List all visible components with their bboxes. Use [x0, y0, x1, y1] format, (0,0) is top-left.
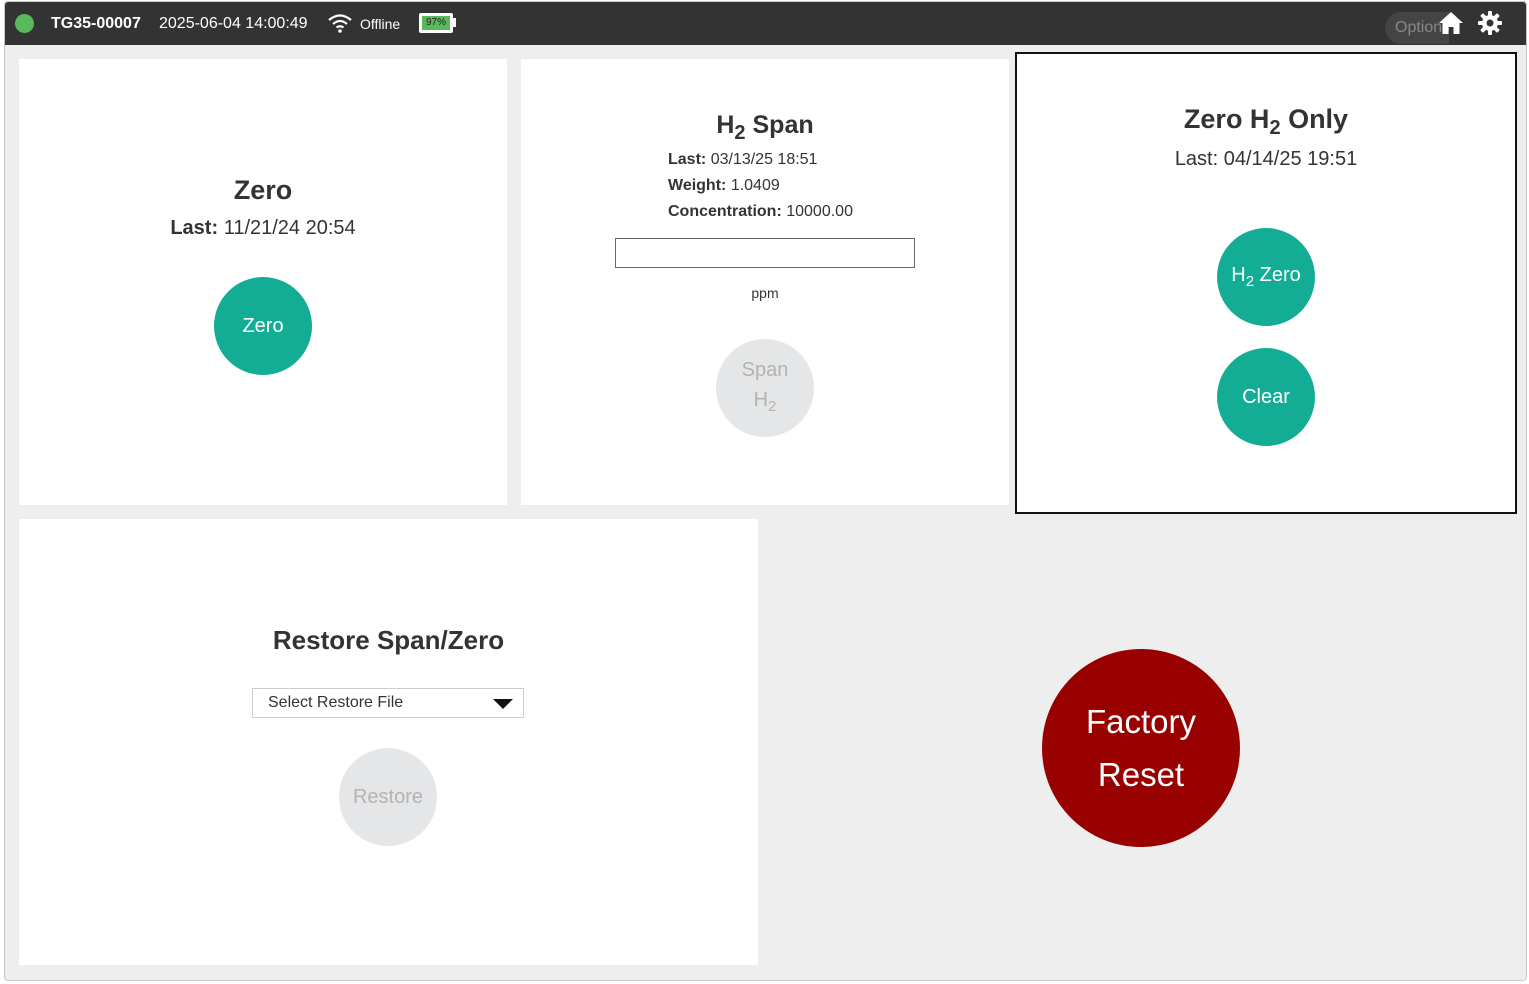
h2-zero-button[interactable]: H2 Zero [1217, 228, 1315, 326]
factory-reset-line1: Factory [1085, 703, 1197, 740]
restore-button[interactable]: Restore [339, 748, 437, 846]
zero-h2-only-title: Zero H2 Only [1017, 104, 1515, 138]
h2-span-title: H2 Span [521, 111, 1009, 143]
zero-last-label: Last: [170, 217, 219, 239]
battery-tip [453, 18, 456, 27]
span-last-value: 03/13/25 18:51 [710, 151, 818, 168]
h2-span-card: H2 Span Last: 03/13/25 18:51 Weight: 1.0… [521, 59, 1009, 505]
span-concentration-row: Concentration: 10000.00 [668, 203, 853, 221]
h2-zero-button-label: H2 Zero [1231, 264, 1300, 290]
home-icon[interactable] [1438, 10, 1464, 36]
h2-zero-button-sub: 2 [1245, 273, 1255, 290]
battery-icon: 97% [419, 13, 453, 33]
h2-zero-button-rest: Zero [1254, 264, 1301, 286]
gear-icon[interactable] [1477, 10, 1503, 36]
zero-h2-title-sub: 2 [1269, 117, 1281, 139]
span-h2-button-line2: H2 [754, 385, 777, 422]
restore-title: Restore Span/Zero [272, 625, 505, 655]
status-indicator [15, 14, 34, 33]
restore-file-select[interactable]: Select Restore File [252, 688, 524, 718]
connection-status: Offline [360, 16, 401, 32]
span-h2-button-sub: 2 [768, 397, 777, 415]
zero-h2-only-card: Zero H2 Only Last: 04/14/25 19:51 H2 Zer… [1015, 52, 1517, 514]
zero-h2-last: Last: 04/14/25 19:51 [1174, 148, 1358, 170]
span-last-row: Last: 03/13/25 18:51 [668, 151, 817, 169]
datetime: 2025-06-04 14:00:49 [159, 15, 308, 32]
zero-h2-title-main: Zero H [1183, 104, 1270, 134]
zero-title: Zero [233, 175, 293, 205]
span-weight-value: 1.0409 [730, 177, 780, 194]
ppm-unit-label: ppm [751, 285, 779, 301]
zero-last-value: 11/21/24 20:54 [223, 217, 356, 239]
device-id: TG35-00007 [51, 15, 141, 32]
span-last-label: Last: [668, 151, 707, 168]
zero-h2-title-rest: Only [1280, 104, 1349, 134]
factory-reset-button[interactable]: Factory Reset [1042, 649, 1240, 847]
clear-button[interactable]: Clear [1217, 348, 1315, 446]
chevron-down-icon [493, 699, 513, 709]
span-h2-button[interactable]: Span H2 [716, 339, 814, 437]
span-weight-row: Weight: 1.0409 [668, 177, 780, 195]
app-frame: TG35-00007 2025-06-04 14:00:49 Offline 9… [4, 1, 1527, 981]
restore-file-select-value: Select Restore File [268, 694, 404, 711]
restore-card: Restore Span/Zero Select Restore File Re… [19, 519, 758, 965]
zero-card: Zero Last: 11/21/24 20:54 Zero [19, 59, 507, 505]
zero-last: Last: 11/21/24 20:54 [19, 217, 507, 240]
battery-level: 97% [422, 16, 450, 30]
wifi-icon [328, 14, 352, 33]
ppm-input[interactable] [615, 238, 915, 268]
span-h2-button-line1: Span [741, 358, 789, 381]
top-bar: TG35-00007 2025-06-04 14:00:49 Offline 9… [5, 2, 1526, 45]
h2-zero-button-main: H [1231, 264, 1246, 286]
span-concentration-label: Concentration: [668, 203, 782, 220]
h2-span-title-rest: Span [745, 111, 814, 139]
zero-button[interactable]: Zero [214, 277, 312, 375]
h2-span-title-sub: 2 [734, 122, 746, 144]
span-concentration-value: 10000.00 [786, 203, 853, 220]
factory-reset-line2: Reset [1097, 756, 1185, 793]
span-h2-button-main: H [753, 388, 769, 411]
h2-span-title-main: H [716, 111, 735, 139]
span-weight-label: Weight: [668, 177, 727, 194]
